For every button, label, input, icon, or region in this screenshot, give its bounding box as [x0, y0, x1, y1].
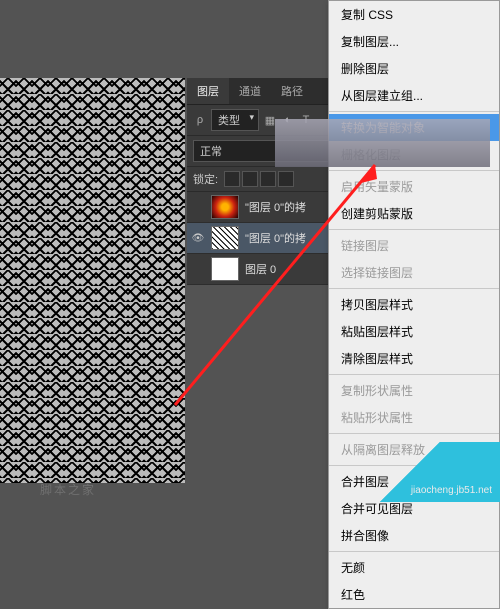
- menu-paste-shape-attr: 粘贴形状属性: [329, 404, 499, 431]
- menu-clear-layer-style[interactable]: 清除图层样式: [329, 345, 499, 372]
- layer-name: "图层 0"的拷: [245, 230, 306, 246]
- menu-duplicate-layer[interactable]: 复制图层...: [329, 28, 499, 55]
- menu-select-linked: 选择链接图层: [329, 259, 499, 286]
- menu-separator: [329, 374, 499, 375]
- visibility-icon[interactable]: 👁: [191, 233, 205, 244]
- menu-flatten-image[interactable]: 拼合图像: [329, 522, 499, 549]
- layer-thumbnail: [211, 195, 239, 219]
- layer-thumbnail: [211, 257, 239, 281]
- menu-enable-vector-mask: 启用矢量蒙版: [329, 173, 499, 200]
- corner-url: jiaocheng.jb51.net: [411, 485, 492, 496]
- layer-context-menu: 复制 CSS 复制图层... 删除图层 从图层建立组... 转换为智能对象 栅格…: [328, 0, 500, 609]
- menu-separator: [329, 551, 499, 552]
- menu-group-from-layers[interactable]: 从图层建立组...: [329, 82, 499, 109]
- layer-name: 图层 0: [245, 261, 276, 277]
- lock-buttons: [224, 171, 294, 187]
- menu-copy-shape-attr: 复制形状属性: [329, 377, 499, 404]
- menu-paste-layer-style[interactable]: 粘贴图层样式: [329, 318, 499, 345]
- tab-layers[interactable]: 图层: [187, 78, 229, 104]
- lock-label: 锁定:: [193, 171, 218, 187]
- menu-delete-layer[interactable]: 删除图层: [329, 55, 499, 82]
- lock-all-icon[interactable]: [278, 171, 294, 187]
- pattern-fill: [0, 78, 185, 483]
- layer-thumbnail: [211, 226, 239, 250]
- menu-link-layers: 链接图层: [329, 232, 499, 259]
- menu-no-color[interactable]: 无颜: [329, 554, 499, 581]
- tab-channels[interactable]: 通道: [229, 78, 271, 104]
- menu-copy-layer-style[interactable]: 拷贝图层样式: [329, 291, 499, 318]
- menu-copy-css[interactable]: 复制 CSS: [329, 1, 499, 28]
- layer-name: "图层 0"的拷: [245, 199, 306, 215]
- blur-overlay: [275, 119, 490, 167]
- menu-separator: [329, 229, 499, 230]
- menu-create-clipping-mask[interactable]: 创建剪贴蒙版: [329, 200, 499, 227]
- tab-paths[interactable]: 路径: [271, 78, 313, 104]
- menu-separator: [329, 111, 499, 112]
- lock-pixels-icon[interactable]: [242, 171, 258, 187]
- menu-color-red[interactable]: 红色: [329, 581, 499, 608]
- lock-transparent-icon[interactable]: [224, 171, 240, 187]
- menu-separator: [329, 433, 499, 434]
- filter-type-select[interactable]: 类型: [211, 109, 259, 131]
- search-icon: ρ: [193, 113, 207, 127]
- document-canvas[interactable]: [0, 78, 185, 483]
- lock-position-icon[interactable]: [260, 171, 276, 187]
- menu-separator: [329, 288, 499, 289]
- menu-separator: [329, 170, 499, 171]
